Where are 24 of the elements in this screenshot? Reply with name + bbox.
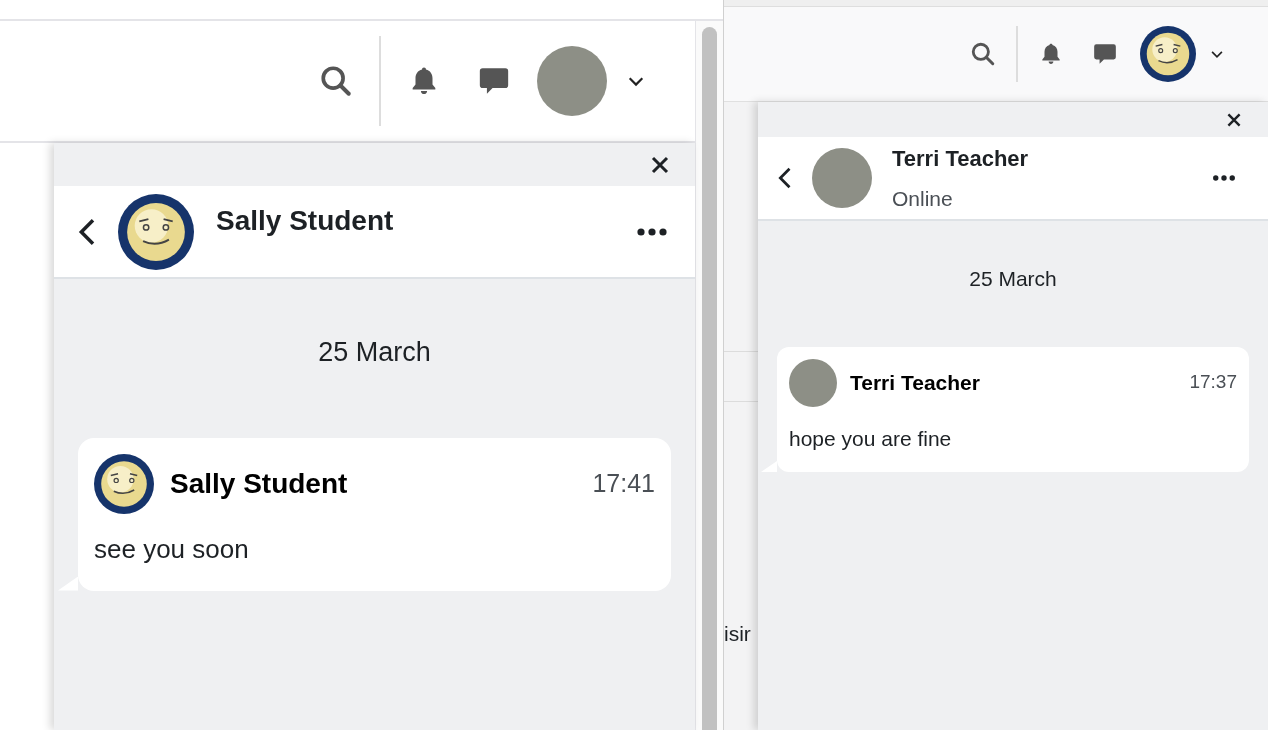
message-time: 17:41: [592, 467, 655, 499]
date-label: 25 March: [317, 336, 432, 369]
more-options-icon[interactable]: [1212, 175, 1236, 181]
search-icon[interactable]: [319, 64, 353, 98]
avatar-photo: [789, 358, 837, 407]
avatar-photo: [812, 148, 872, 208]
message-text: hope you are fine: [789, 425, 953, 452]
close-icon[interactable]: [650, 154, 670, 175]
smiley-avatar-icon[interactable]: [1140, 26, 1196, 82]
smiley-avatar-icon: [118, 193, 194, 270]
search-icon[interactable]: [970, 41, 996, 67]
contact-name: Terri Teacher: [892, 144, 1029, 173]
scrollbar-thumb[interactable]: [702, 27, 717, 730]
sender-name: Terri Teacher: [850, 369, 980, 396]
sender-name: Sally Student: [170, 466, 348, 501]
more-options-icon[interactable]: [637, 227, 667, 236]
smiley-avatar-icon: [94, 453, 154, 514]
close-icon[interactable]: [1226, 111, 1242, 128]
background-text: isir: [724, 621, 751, 647]
message-time: 17:37: [1189, 370, 1237, 395]
contact-status: Online: [892, 185, 954, 212]
contact-name: Sally Student: [216, 204, 394, 238]
message-text: see you soon: [94, 532, 250, 566]
date-label: 25 March: [968, 266, 1058, 292]
